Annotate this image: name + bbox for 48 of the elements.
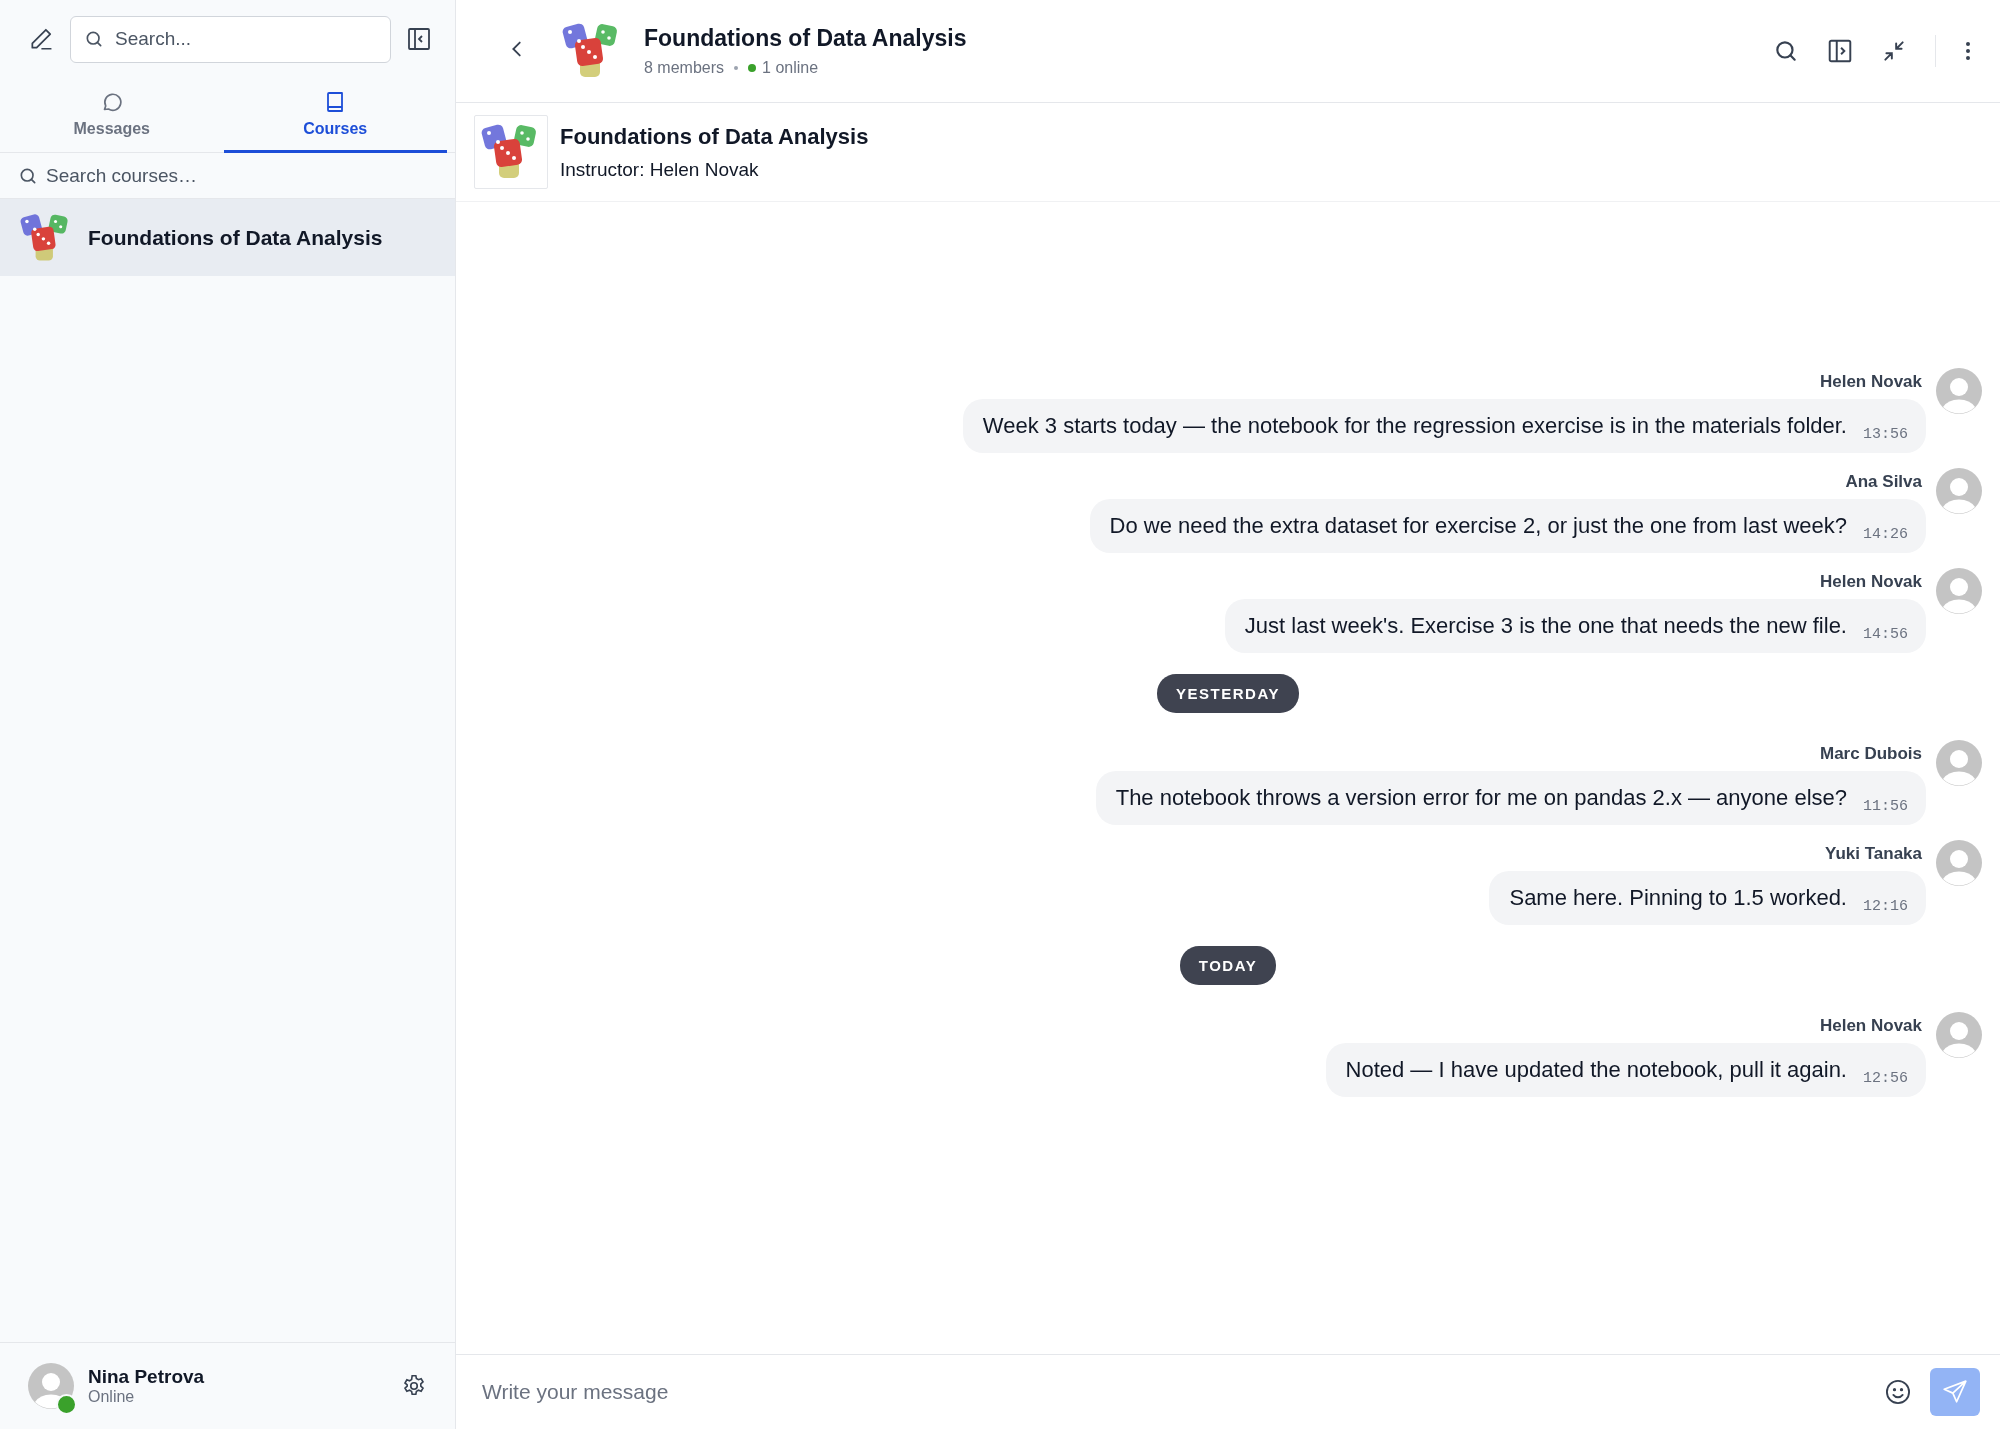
course-search-field[interactable]: Search courses… (0, 153, 455, 199)
message-text: Same here. Pinning to 1.5 worked. (1509, 885, 1847, 911)
online-count: 1 online (762, 59, 819, 77)
sender-name: Yuki Tanaka (1825, 844, 1923, 864)
online-dot (748, 64, 757, 72)
user-status: Online (88, 1388, 136, 1406)
user-name: Nina Petrova (88, 1366, 206, 1388)
sender-name: Helen Novak (1819, 572, 1923, 592)
collapse-sidebar-icon[interactable] (407, 27, 431, 51)
message-time: 14:56 (1863, 626, 1908, 643)
search-icon[interactable] (1773, 38, 1799, 64)
more-icon[interactable] (1964, 39, 1972, 63)
message-time: 12:16 (1863, 898, 1908, 915)
date-divider: YESTERDAY (1157, 674, 1299, 713)
sender-name: Marc Dubois (1819, 744, 1923, 764)
message-time: 14:26 (1863, 526, 1908, 543)
course-item[interactable]: Foundations of Data Analysis (0, 199, 455, 276)
sender-name: Helen Novak (1819, 372, 1923, 392)
message-time: 13:56 (1863, 426, 1908, 443)
minimize-icon[interactable] (1881, 38, 1907, 64)
message-time: 12:56 (1863, 1070, 1908, 1087)
avatar-icon (1936, 368, 1982, 414)
instructor-name: Instructor: Helen Novak (560, 158, 760, 181)
tab[interactable]: Courses (223, 86, 447, 153)
sender-name: Ana Silva (1845, 472, 1923, 492)
message-text: Week 3 starts today — the notebook for the regression exercise is in the materials folder. (982, 413, 1847, 439)
compose-icon[interactable] (28, 26, 54, 52)
side-panel-icon[interactable] (1827, 38, 1853, 64)
sender-name: Helen Novak (1819, 1016, 1923, 1036)
avatar-icon (1936, 568, 1982, 614)
date-divider: TODAY (1179, 946, 1277, 985)
avatar-icon (1936, 1012, 1982, 1058)
avatar-icon (1936, 840, 1982, 886)
search-field[interactable]: Search... (70, 15, 391, 63)
chat-title: Foundations of Data Analysis (644, 25, 967, 52)
avatar-icon (1936, 740, 1982, 786)
emoji-icon[interactable] (1884, 1378, 1912, 1406)
message-time: 11:56 (1863, 798, 1908, 815)
member-count: 8 members (644, 59, 725, 77)
message-text: Noted — I have updated the notebook, pull it again. (1345, 1057, 1847, 1083)
message-text: Do we need the extra dataset for exercise 2, or just the one from last week? (1109, 513, 1847, 539)
avatar-icon (1936, 468, 1982, 514)
course-title: Foundations of Data Analysis (560, 123, 869, 150)
send-icon (1942, 1379, 1968, 1405)
search-icon (18, 166, 38, 186)
message-text: The notebook throws a version error for me on pandas 2.x — anyone else? (1115, 785, 1847, 811)
message-text: Just last week's. Exercise 3 is the one that needs the new file. (1244, 613, 1847, 639)
tab[interactable]: Messages (0, 86, 224, 153)
